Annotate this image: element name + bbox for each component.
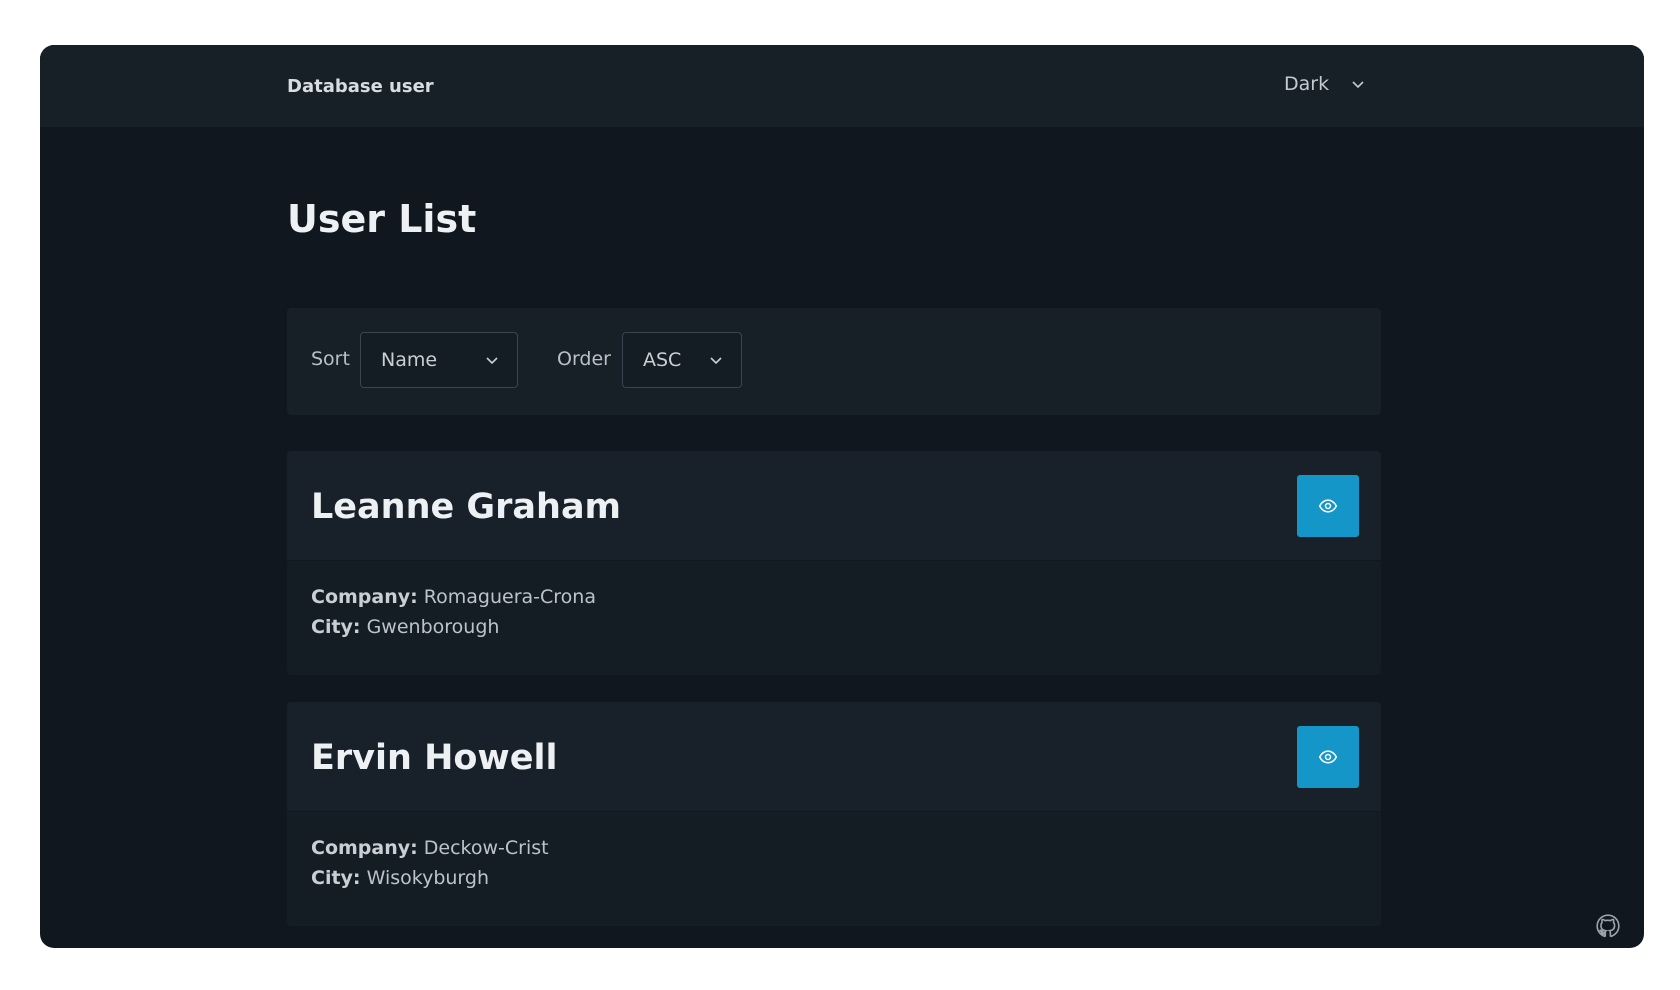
chevron-down-icon [486, 357, 498, 365]
chevron-down-icon [710, 357, 722, 365]
user-card: Leanne Graham Company: Romaguera-Crona C… [287, 451, 1381, 675]
company-value: Romaguera-Crona [423, 586, 596, 608]
order-select[interactable]: ASC [622, 332, 742, 388]
user-card-header: Ervin Howell [287, 702, 1381, 812]
city-row: City: Gwenborough [311, 612, 596, 642]
user-card: Ervin Howell Company: Deckow-Crist City:… [287, 702, 1381, 926]
company-label: Company: [311, 837, 418, 859]
user-name: Ervin Howell [311, 738, 558, 778]
user-details: Company: Romaguera-Crona City: Gwenborou… [311, 582, 596, 642]
app-window: Database user Dark User List Sort Name O… [40, 45, 1644, 948]
sort-label: Sort [311, 348, 350, 370]
filter-bar: Sort Name Order ASC [287, 308, 1381, 415]
navbar: Database user Dark [40, 45, 1644, 127]
eye-icon [1318, 750, 1338, 764]
city-label: City: [311, 616, 361, 638]
view-user-button[interactable] [1297, 475, 1359, 537]
city-value: Wisokyburgh [366, 867, 490, 889]
company-value: Deckow-Crist [423, 837, 549, 859]
brand-title[interactable]: Database user [287, 76, 434, 97]
chevron-down-icon [1352, 81, 1364, 89]
user-details: Company: Deckow-Crist City: Wisokyburgh [311, 833, 549, 893]
view-user-button[interactable] [1297, 726, 1359, 788]
user-name: Leanne Graham [311, 487, 622, 527]
theme-select-value: Dark [1284, 73, 1330, 95]
sort-select-value: Name [381, 349, 438, 371]
sort-select[interactable]: Name [360, 332, 518, 388]
user-card-header: Leanne Graham [287, 451, 1381, 561]
city-row: City: Wisokyburgh [311, 863, 549, 893]
city-label: City: [311, 867, 361, 889]
company-row: Company: Romaguera-Crona [311, 582, 596, 612]
order-select-value: ASC [643, 349, 682, 371]
eye-icon [1318, 499, 1338, 513]
company-label: Company: [311, 586, 418, 608]
github-icon[interactable] [1595, 913, 1621, 939]
company-row: Company: Deckow-Crist [311, 833, 549, 863]
theme-select[interactable]: Dark [1284, 73, 1365, 95]
page-title: User List [287, 197, 477, 241]
order-label: Order [557, 348, 611, 370]
city-value: Gwenborough [366, 616, 500, 638]
